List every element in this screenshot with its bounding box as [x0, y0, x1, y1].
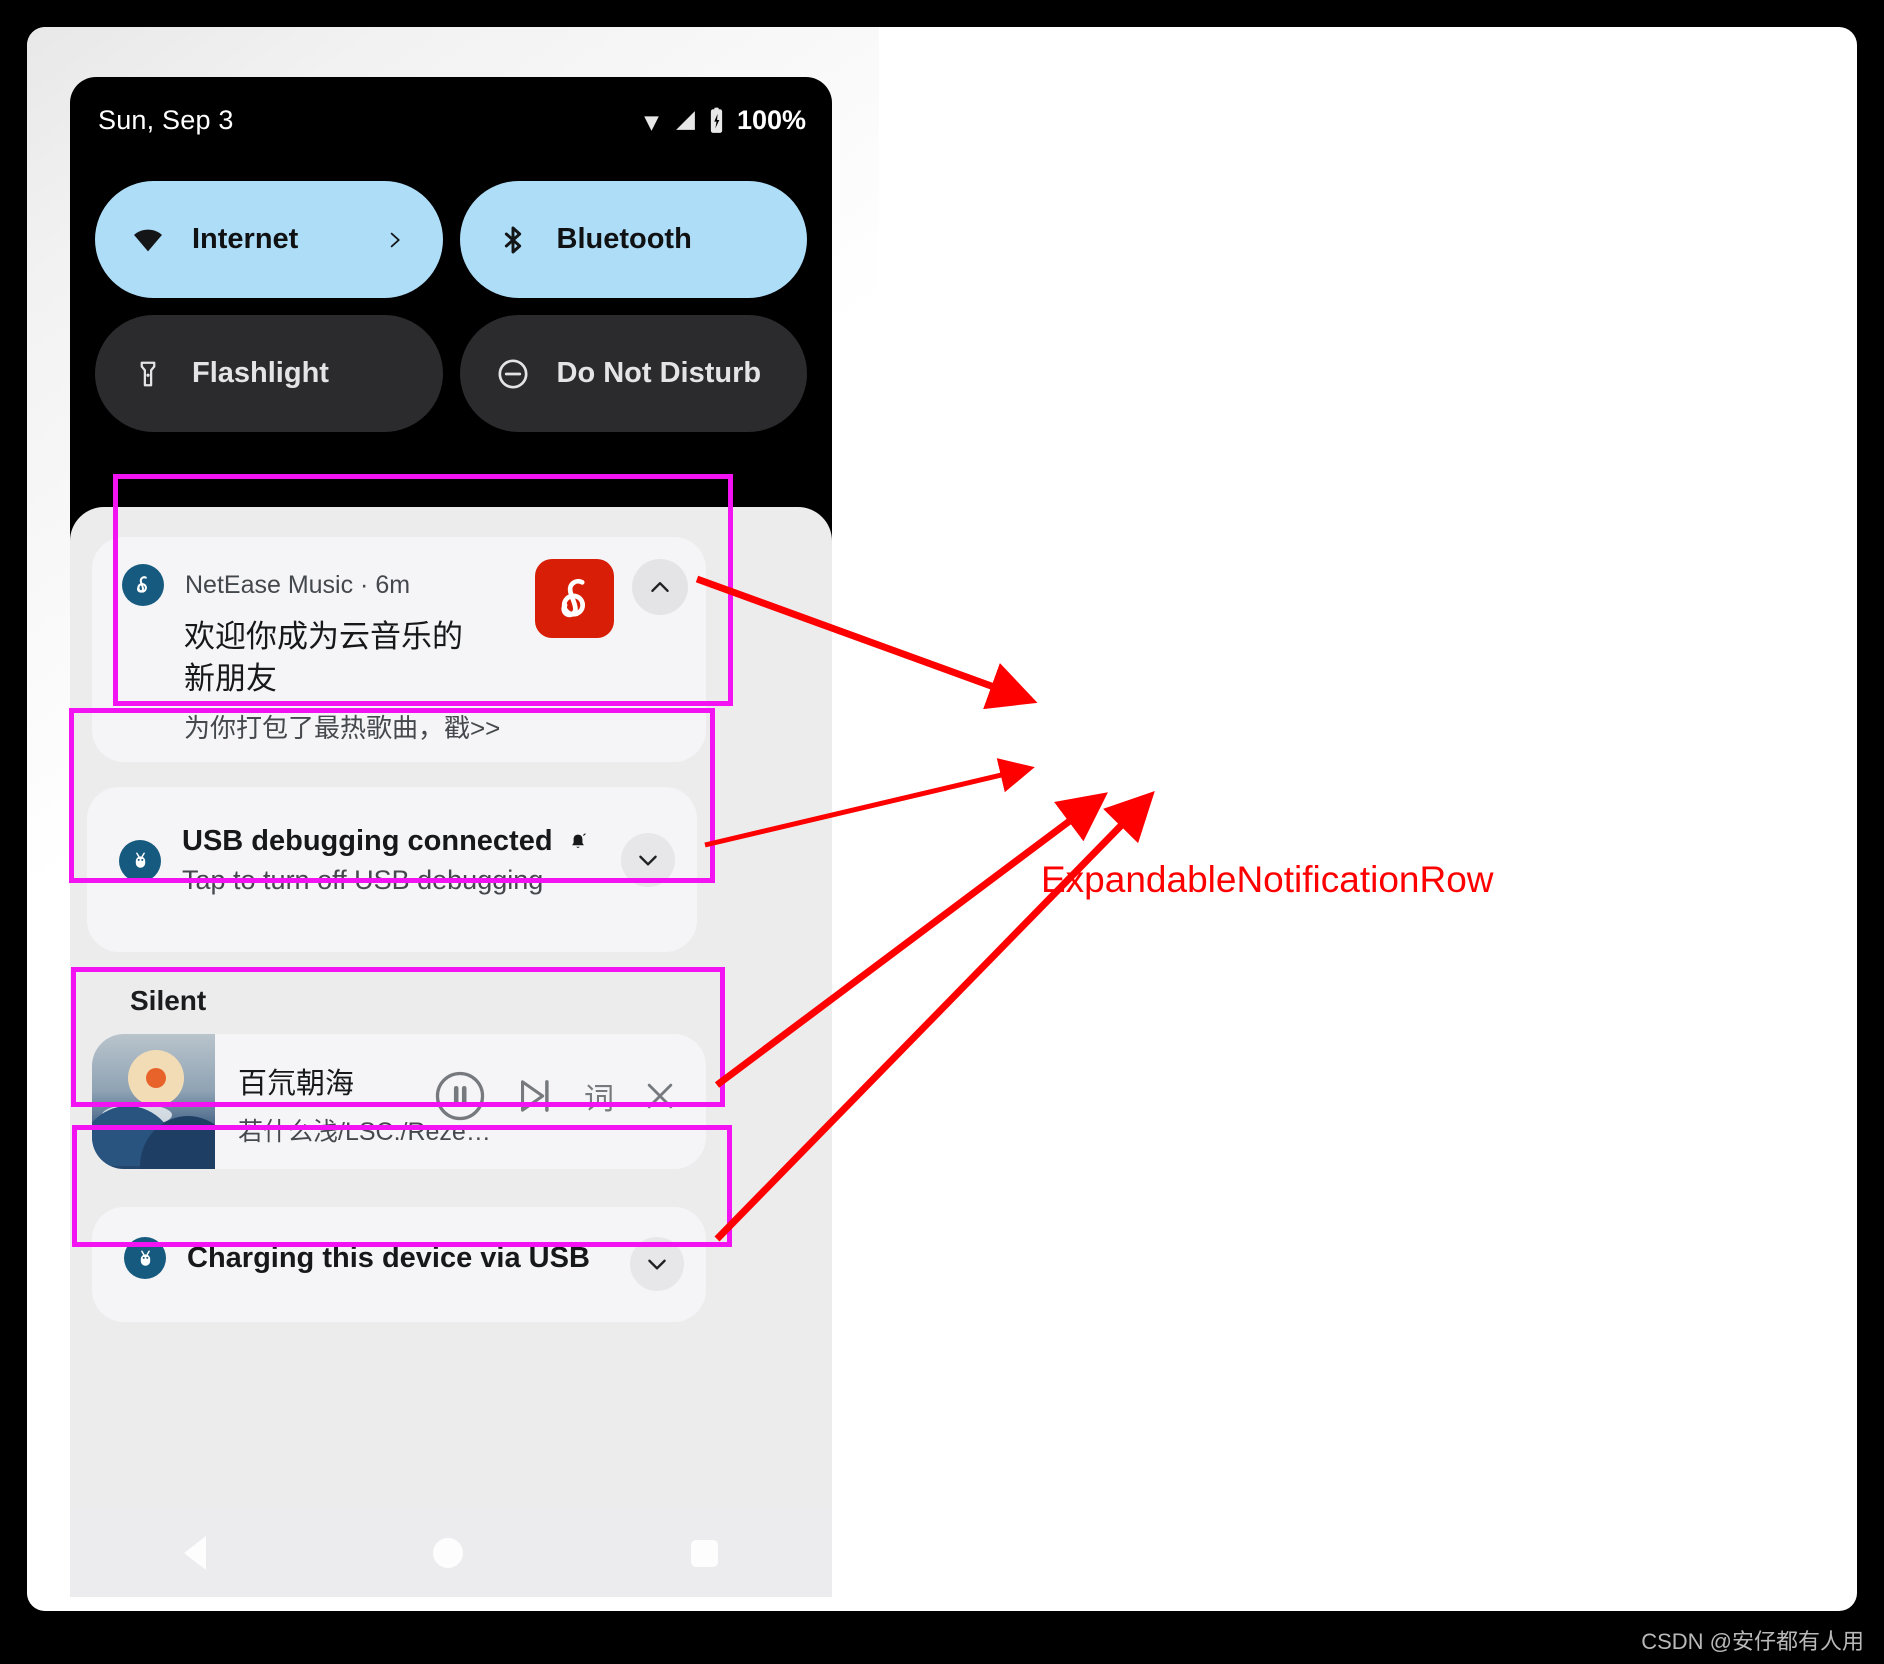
page-card: Sun, Sep 3 100% Internet Bluetooth Flash… — [27, 27, 1857, 1611]
arrow-to-usb-debugging — [704, 758, 1035, 848]
watermark: CSDN @安仔都有人用 — [1641, 1629, 1864, 1654]
arrow-to-netease — [695, 575, 1038, 710]
screenshot-root: Sun, Sep 3 100% Internet Bluetooth Flash… — [0, 0, 1884, 1664]
annotation-arrows — [695, 575, 1155, 1242]
annotation-label: ExpandableNotificationRow — [1041, 859, 1494, 900]
